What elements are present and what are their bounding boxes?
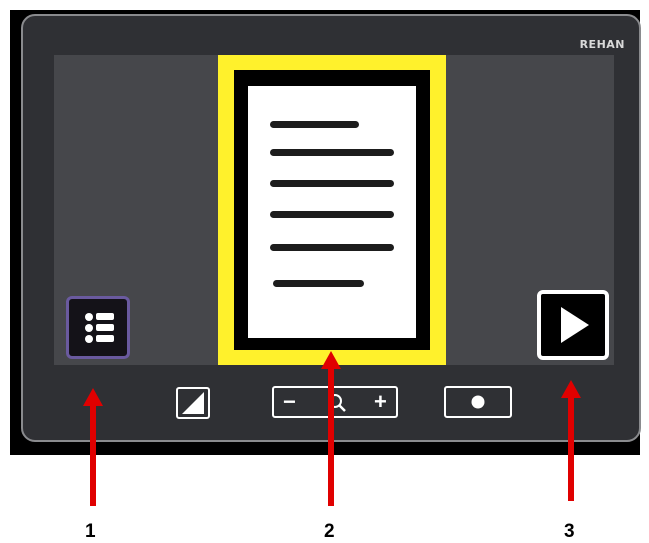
document-text-line <box>270 149 394 156</box>
zoom-in-button[interactable]: + <box>374 390 387 414</box>
contrast-icon <box>182 392 204 414</box>
callout-arrow-2 <box>321 351 341 506</box>
list-icon <box>85 313 114 343</box>
capture-button[interactable] <box>444 386 512 418</box>
menu-list-button[interactable] <box>66 296 130 359</box>
play-icon <box>561 307 589 343</box>
document-text-line <box>270 121 359 128</box>
callout-arrow-1 <box>83 388 103 506</box>
play-button[interactable] <box>537 290 609 360</box>
callout-label-1: 1 <box>85 521 96 542</box>
callout-label-3: 3 <box>564 521 575 542</box>
document-text-line <box>270 180 394 187</box>
brand-logo: REHAN <box>579 38 625 51</box>
document-text-line <box>270 244 394 251</box>
record-dot-icon <box>471 395 485 409</box>
document-text-line <box>273 280 364 287</box>
callout-label-2: 2 <box>324 521 335 542</box>
zoom-out-button[interactable]: − <box>283 390 296 414</box>
callout-arrow-3 <box>561 380 581 501</box>
contrast-button[interactable] <box>176 387 210 419</box>
document-text-line <box>270 211 394 218</box>
